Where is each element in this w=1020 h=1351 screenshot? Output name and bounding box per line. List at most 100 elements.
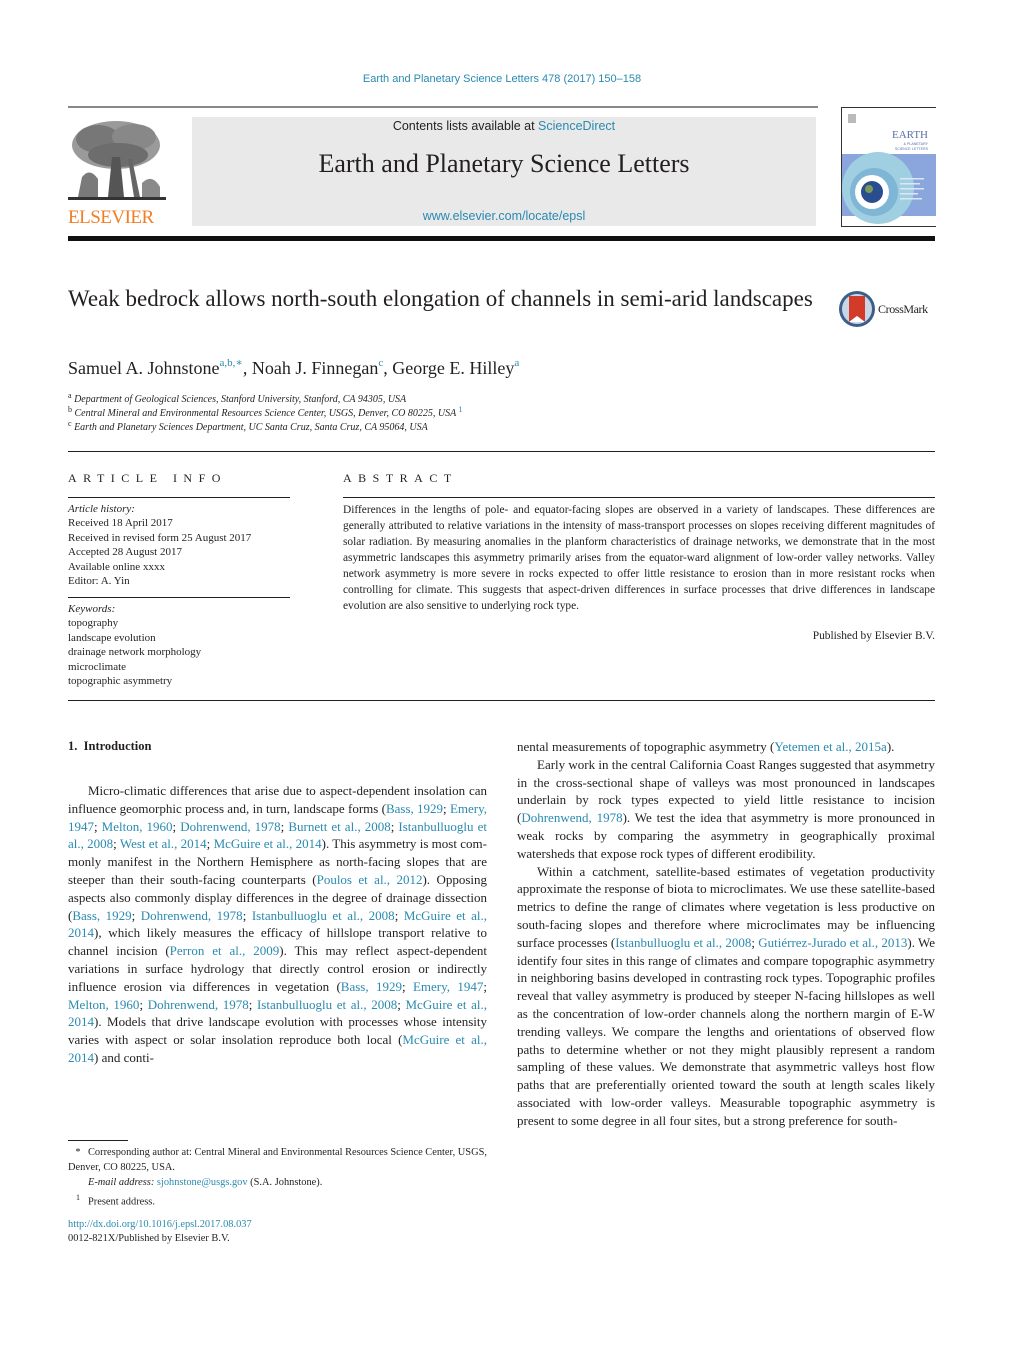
citation-link[interactable]: Istanbulluoglu et al., 2008	[615, 935, 751, 950]
citation-link[interactable]: Dohrenwend, 1978	[521, 810, 622, 825]
affiliation-mark: a	[68, 391, 72, 400]
body-text: ;	[397, 996, 406, 1012]
citation-link[interactable]: Emery, 1947	[413, 979, 483, 994]
body-text: ;	[242, 907, 252, 923]
crossmark-button[interactable]: CrossMark	[838, 290, 938, 330]
body-text: ;	[401, 978, 413, 994]
journal-cover-image: EARTH & PLANETARY SCIENCE LETTERS	[842, 108, 936, 226]
article-info-heading: ARTICLE INFO	[68, 471, 227, 485]
affiliation-mark: c	[68, 419, 72, 428]
svg-text:SCIENCE LETTERS: SCIENCE LETTERS	[895, 147, 929, 151]
body-text: ;	[394, 907, 404, 923]
citation-link[interactable]: McGuire et al., 2014	[214, 836, 322, 851]
header-thick-rule	[68, 236, 935, 241]
email-label: E-mail address:	[88, 1177, 155, 1188]
citation-link[interactable]: Istanbulluoglu et al., 2008	[257, 997, 397, 1012]
citation-link[interactable]: Dohrenwend, 1978	[141, 908, 243, 923]
paragraph: nental measurements of topographic asymm…	[517, 738, 935, 756]
keywords-label: Keywords:	[68, 603, 116, 615]
affiliation-a: a Department of Geological Sciences, Sta…	[68, 391, 406, 405]
citation-link[interactable]: Istanbulluoglu et al., 2008	[252, 908, 395, 923]
body-text: ) and conti-	[94, 1049, 154, 1065]
keyword: topographic asymmetry	[68, 675, 173, 688]
journal-title: Earth and Planetary Science Letters	[318, 149, 690, 178]
affiliation-c: c Earth and Planetary Sciences Departmen…	[68, 419, 428, 433]
doi-link[interactable]: http://dx.doi.org/10.1016/j.epsl.2017.08…	[68, 1219, 252, 1230]
footnote-corresponding: * Corresponding author at: Central Minera…	[68, 1145, 488, 1175]
article-info-rule	[68, 497, 290, 498]
abstract-text: Differences in the lengths of pole- and …	[343, 504, 935, 612]
top-rule	[68, 106, 818, 108]
body-text: nental measurements of topographic asymm…	[517, 739, 775, 754]
author-name[interactable]: George E. Hilley	[392, 358, 514, 378]
author-affiliation-marks[interactable]: c	[378, 357, 383, 369]
citation-link[interactable]: Bass, 1929	[386, 801, 443, 816]
contents-prefix: Contents lists available at	[392, 119, 539, 133]
citation-link[interactable]: Poulos et al., 2012	[317, 872, 423, 887]
citation-link[interactable]: Dohrenwend, 1978	[148, 997, 249, 1012]
author-list: Samuel A. Johnstonea,b,∗, Noah J. Finneg…	[68, 357, 520, 378]
paragraph: Within a catchment, satellite-based esti…	[517, 863, 935, 1130]
keyword: microclimate	[68, 660, 127, 673]
sciencedirect-link[interactable]: ScienceDirect	[538, 119, 615, 133]
citation-link[interactable]: West et al., 2014	[120, 836, 207, 851]
body-text: ;	[139, 996, 148, 1012]
citation-link[interactable]: Melton, 1960	[102, 819, 173, 834]
affiliation-mark: b	[68, 405, 72, 414]
running-head[interactable]: Earth and Planetary Science Letters 478 …	[0, 73, 1004, 85]
abstract-heading: ABSTRACT	[343, 471, 458, 485]
email-link[interactable]: sjohnstone@usgs.gov	[157, 1177, 248, 1188]
footnote-text: Present address.	[88, 1196, 155, 1208]
article-history-label: Article history:	[68, 503, 135, 515]
footnote-mark: 1	[76, 1193, 80, 1202]
keyword: drainage network morphology	[68, 646, 202, 659]
citation-link[interactable]: Gutiérrez-Jurado et al., 2013	[758, 935, 907, 950]
citation-link[interactable]: Yetemen et al., 2015a	[774, 739, 886, 754]
crossmark-icon	[839, 291, 875, 327]
body-text: ;	[248, 996, 257, 1012]
body-text: ;	[94, 818, 102, 834]
abstract-rule	[343, 497, 935, 498]
author-name[interactable]: Noah J. Finnegan	[252, 358, 378, 378]
body-text: ;	[443, 800, 450, 816]
citation-link[interactable]: Burnett et al., 2008	[288, 819, 390, 834]
journal-citation-link[interactable]: Earth and Planetary Science Letters 478 …	[363, 73, 641, 85]
elsevier-wordmark: ELSEVIER	[68, 207, 154, 228]
history-item: Received in revised form 25 August 2017	[68, 531, 252, 544]
elsevier-tree-icon	[68, 121, 166, 200]
author-affiliation-marks[interactable]: a,b,∗	[220, 357, 243, 369]
body-text: ;	[206, 836, 214, 852]
history-item: Received 18 April 2017	[68, 517, 173, 530]
citation-link[interactable]: Bass, 1929	[72, 908, 131, 923]
section-heading-introduction: 1. Introduction	[68, 739, 152, 753]
keyword: landscape evolution	[68, 631, 156, 644]
paragraph: Early work in the central California Coa…	[517, 756, 935, 863]
citation-link[interactable]: Perron et al., 2009	[170, 943, 280, 958]
footnote-email: E-mail address: sjohnstone@usgs.gov (S.A…	[68, 1175, 488, 1190]
citation-link[interactable]: Melton, 1960	[68, 997, 139, 1012]
footnote-present-address: 1 Present address.	[68, 1190, 488, 1209]
body-text: ;	[131, 907, 141, 923]
article-title: Weak bedrock allows north-south elongati…	[68, 286, 813, 311]
journal-homepage-link[interactable]: www.elsevier.com/locate/epsl	[192, 209, 816, 223]
footnote-ref-1[interactable]: 1	[459, 405, 463, 414]
author-affiliation-marks[interactable]: a	[514, 357, 519, 369]
journal-masthead: Contents lists available at ScienceDirec…	[192, 117, 816, 226]
citation-link[interactable]: Bass, 1929	[341, 979, 402, 994]
body-text: ;	[483, 978, 488, 994]
footnote-mark: *	[75, 1147, 81, 1158]
journal-cover-thumbnail[interactable]: EARTH & PLANETARY SCIENCE LETTERS	[841, 107, 936, 227]
article-history: Article history: Received 18 April 2017 …	[68, 502, 251, 588]
svg-text:& PLANETARY: & PLANETARY	[904, 142, 929, 146]
author-name[interactable]: Samuel A. Johnstone	[68, 358, 220, 378]
section-rule	[68, 451, 935, 452]
keywords-rule	[68, 597, 290, 598]
body-column-right: nental measurements of topographic asymm…	[517, 738, 935, 1130]
email-suffix: (S.A. Johnstone).	[247, 1177, 323, 1188]
history-item: Accepted 28 August 2017	[68, 546, 182, 559]
affiliation-text: Earth and Planetary Sciences Department,…	[74, 422, 428, 433]
citation-link[interactable]: Dohrenwend, 1978	[180, 819, 280, 834]
footnote-text: Corresponding author at: Central Mineral…	[68, 1147, 487, 1173]
issn-line: 0012-821X/Published by Elsevier B.V.	[68, 1233, 230, 1244]
elsevier-logo[interactable]: ELSEVIER	[68, 117, 168, 229]
